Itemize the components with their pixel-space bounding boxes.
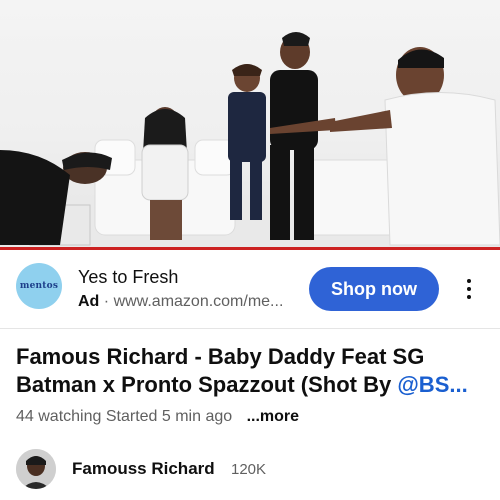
more-options-icon[interactable] (460, 275, 478, 303)
more-description-link[interactable]: ...more (247, 408, 299, 425)
title-mention-link[interactable]: @BS... (397, 372, 467, 397)
video-meta: 44 watching Started 5 min ago ...more (16, 408, 299, 426)
video-player[interactable] (0, 0, 500, 250)
subscriber-count: 120K (231, 461, 267, 478)
divider (0, 328, 500, 329)
shop-now-button[interactable]: Shop now (309, 267, 439, 311)
avatar-image (16, 449, 56, 489)
started-time: Started 5 min ago (105, 408, 233, 425)
advertiser-logo-text: mentos (19, 281, 59, 291)
ad-separator: · (103, 293, 110, 310)
watching-count: 44 watching (16, 408, 102, 425)
video-title[interactable]: Famous Richard - Baby Daddy Feat SG Batm… (16, 343, 492, 399)
ad-url[interactable]: www.amazon.com/me... (114, 293, 284, 310)
video-frame-image (0, 32, 500, 250)
advertiser-logo[interactable]: mentos (16, 263, 62, 309)
advertiser-name[interactable]: Yes to Fresh (78, 267, 178, 288)
ad-badge: Ad (78, 293, 100, 310)
channel-name[interactable]: Famouss Richard (72, 459, 215, 479)
video-title-line2-text: Batman x Pronto Spazzout (Shot By (16, 372, 398, 397)
video-title-line1: Famous Richard - Baby Daddy Feat SG (16, 344, 425, 369)
channel-avatar[interactable] (16, 449, 56, 489)
video-title-line2: Batman x Pronto Spazzout (Shot By @BS... (16, 371, 492, 399)
ad-info-line: Ad · www.amazon.com/me... (78, 293, 283, 311)
